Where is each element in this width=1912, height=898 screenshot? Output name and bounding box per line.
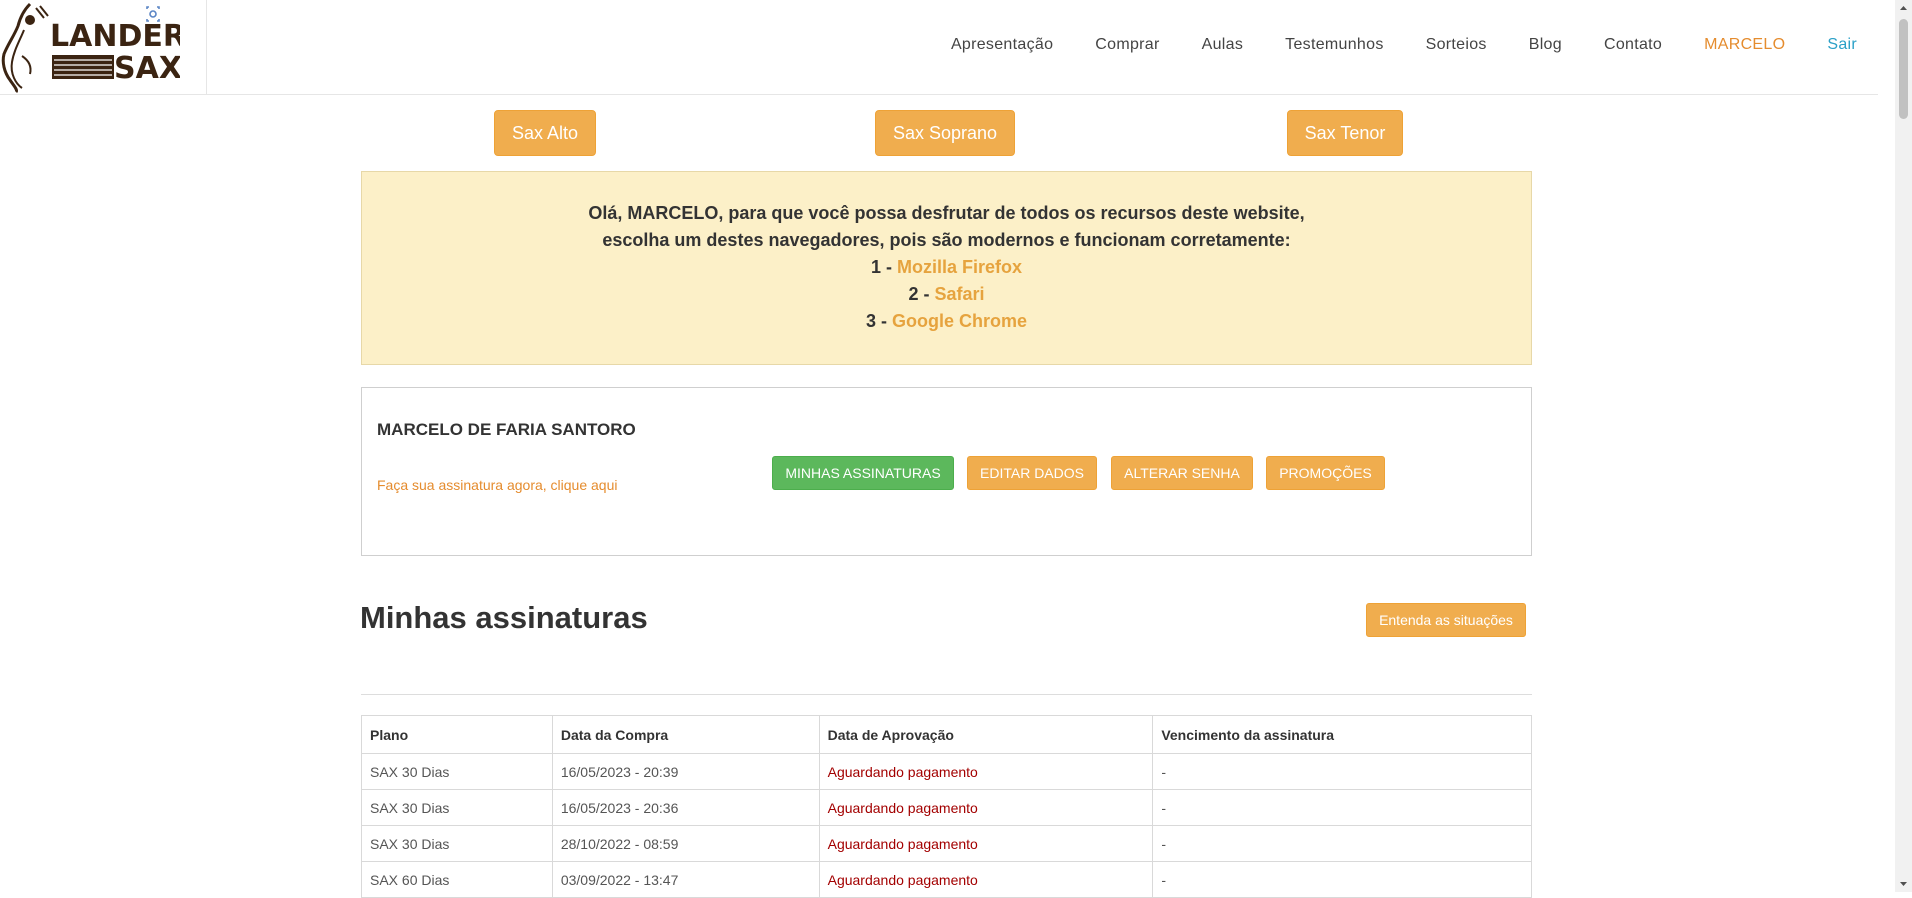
- profile-name: MARCELO DE FARIA SANTORO: [377, 420, 636, 439]
- browser-number: 3 -: [865, 311, 887, 331]
- section-divider: [361, 694, 1532, 695]
- explain-statuses-button[interactable]: Entenda as situações: [1366, 603, 1526, 637]
- table-header-row: Plano Data da Compra Data de Aprovação V…: [361, 715, 1532, 754]
- profile-panel: MARCELO DE FARIA SANTORO Faça sua assina…: [361, 387, 1532, 556]
- cell-purchase-date: 16/05/2023 - 20:39: [551, 753, 820, 790]
- promotions-button[interactable]: PROMOÇÕES: [1266, 456, 1385, 490]
- cell-purchase-date: 28/10/2022 - 08:59: [551, 825, 820, 862]
- browser-item-safari: 2 - Safari: [362, 281, 1531, 308]
- logo-area: LANDER SAX: [0, 0, 207, 94]
- cell-expiration: -: [1152, 789, 1532, 826]
- nav-item-apresentacao[interactable]: Apresentação: [951, 36, 1053, 54]
- cell-purchase-date: 16/05/2023 - 20:36: [551, 789, 820, 826]
- table-row: SAX 30 Dias 16/05/2023 - 20:36 Aguardand…: [361, 789, 1532, 826]
- column-header-expiration: Vencimento da assinatura: [1152, 715, 1532, 754]
- cell-status: Aguardando pagamento: [818, 789, 1154, 826]
- cell-purchase-date: 03/09/2022 - 13:47: [551, 861, 820, 898]
- nav-user-link[interactable]: MARCELO: [1704, 36, 1785, 54]
- cell-plan: SAX 30 Dias: [361, 825, 553, 862]
- table-row: SAX 30 Dias 16/05/2023 - 20:39 Aguardand…: [361, 753, 1532, 790]
- edit-data-button[interactable]: EDITAR DADOS: [967, 456, 1097, 490]
- cell-status: Aguardando pagamento: [818, 753, 1154, 790]
- logout-link[interactable]: Sair: [1827, 36, 1857, 54]
- firefox-link[interactable]: Mozilla Firefox: [897, 257, 1022, 277]
- page-title: Minhas assinaturas: [360, 600, 648, 635]
- cell-status: Aguardando pagamento: [818, 825, 1154, 862]
- sax-tenor-button[interactable]: Sax Tenor: [1287, 110, 1403, 156]
- cell-plan: SAX 60 Dias: [361, 861, 553, 898]
- cell-expiration: -: [1152, 861, 1532, 898]
- subscriptions-table: Plano Data da Compra Data de Aprovação V…: [361, 715, 1532, 898]
- change-password-button[interactable]: ALTERAR SENHA: [1111, 456, 1253, 490]
- nav-item-testemunhos[interactable]: Testemunhos: [1285, 36, 1383, 54]
- browser-alert: Olá, MARCELO, para que você possa desfru…: [361, 171, 1532, 365]
- column-header-plan: Plano: [361, 715, 553, 754]
- column-header-purchase-date: Data da Compra: [551, 715, 820, 754]
- cell-expiration: -: [1152, 825, 1532, 862]
- nav-item-blog[interactable]: Blog: [1529, 36, 1562, 54]
- logo-text-bottom: SAX: [114, 51, 180, 86]
- cell-plan: SAX 30 Dias: [361, 789, 553, 826]
- table-row: SAX 60 Dias 03/09/2022 - 13:47 Aguardand…: [361, 861, 1532, 898]
- safari-link[interactable]: Safari: [935, 284, 985, 304]
- browser-number: 2 -: [908, 284, 930, 304]
- sax-alto-button[interactable]: Sax Alto: [494, 110, 596, 156]
- cell-expiration: -: [1152, 753, 1532, 790]
- nav-item-contato[interactable]: Contato: [1604, 36, 1662, 54]
- table-row: SAX 30 Dias 28/10/2022 - 08:59 Aguardand…: [361, 825, 1532, 862]
- site-header: LANDER SAX Apresentação Comprar Aulas Te…: [0, 0, 1878, 95]
- scrollbar-thumb[interactable]: [1899, 19, 1908, 119]
- chrome-link[interactable]: Google Chrome: [892, 311, 1027, 331]
- subscribe-now-link[interactable]: Faça sua assinatura agora, clique aqui: [377, 477, 617, 493]
- lander-sax-logo[interactable]: LANDER SAX: [0, 0, 180, 94]
- scroll-up-icon[interactable]: [1895, 0, 1912, 17]
- nav-item-comprar[interactable]: Comprar: [1095, 36, 1159, 54]
- logo-text-top: LANDER: [50, 19, 180, 54]
- main-nav: Apresentação Comprar Aulas Testemunhos S…: [930, 0, 1878, 90]
- scroll-down-icon[interactable]: [1895, 875, 1912, 892]
- cell-plan: SAX 30 Dias: [361, 753, 553, 790]
- page-scrollbar[interactable]: [1895, 0, 1912, 892]
- alert-line-1: Olá, MARCELO, para que você possa desfru…: [588, 203, 1305, 223]
- nav-item-sorteios[interactable]: Sorteios: [1426, 36, 1487, 54]
- sax-soprano-button[interactable]: Sax Soprano: [875, 110, 1015, 156]
- my-subscriptions-button[interactable]: MINHAS ASSINATURAS: [772, 456, 954, 490]
- column-header-approval-date: Data de Aprovação: [818, 715, 1154, 754]
- nav-item-aulas[interactable]: Aulas: [1202, 36, 1244, 54]
- cell-status: Aguardando pagamento: [818, 861, 1154, 898]
- browser-number: 1 -: [870, 257, 892, 277]
- browser-item-chrome: 3 - Google Chrome: [362, 308, 1531, 335]
- browser-item-firefox: 1 - Mozilla Firefox: [362, 254, 1531, 281]
- alert-line-2: escolha um destes navegadores, pois são …: [602, 230, 1291, 250]
